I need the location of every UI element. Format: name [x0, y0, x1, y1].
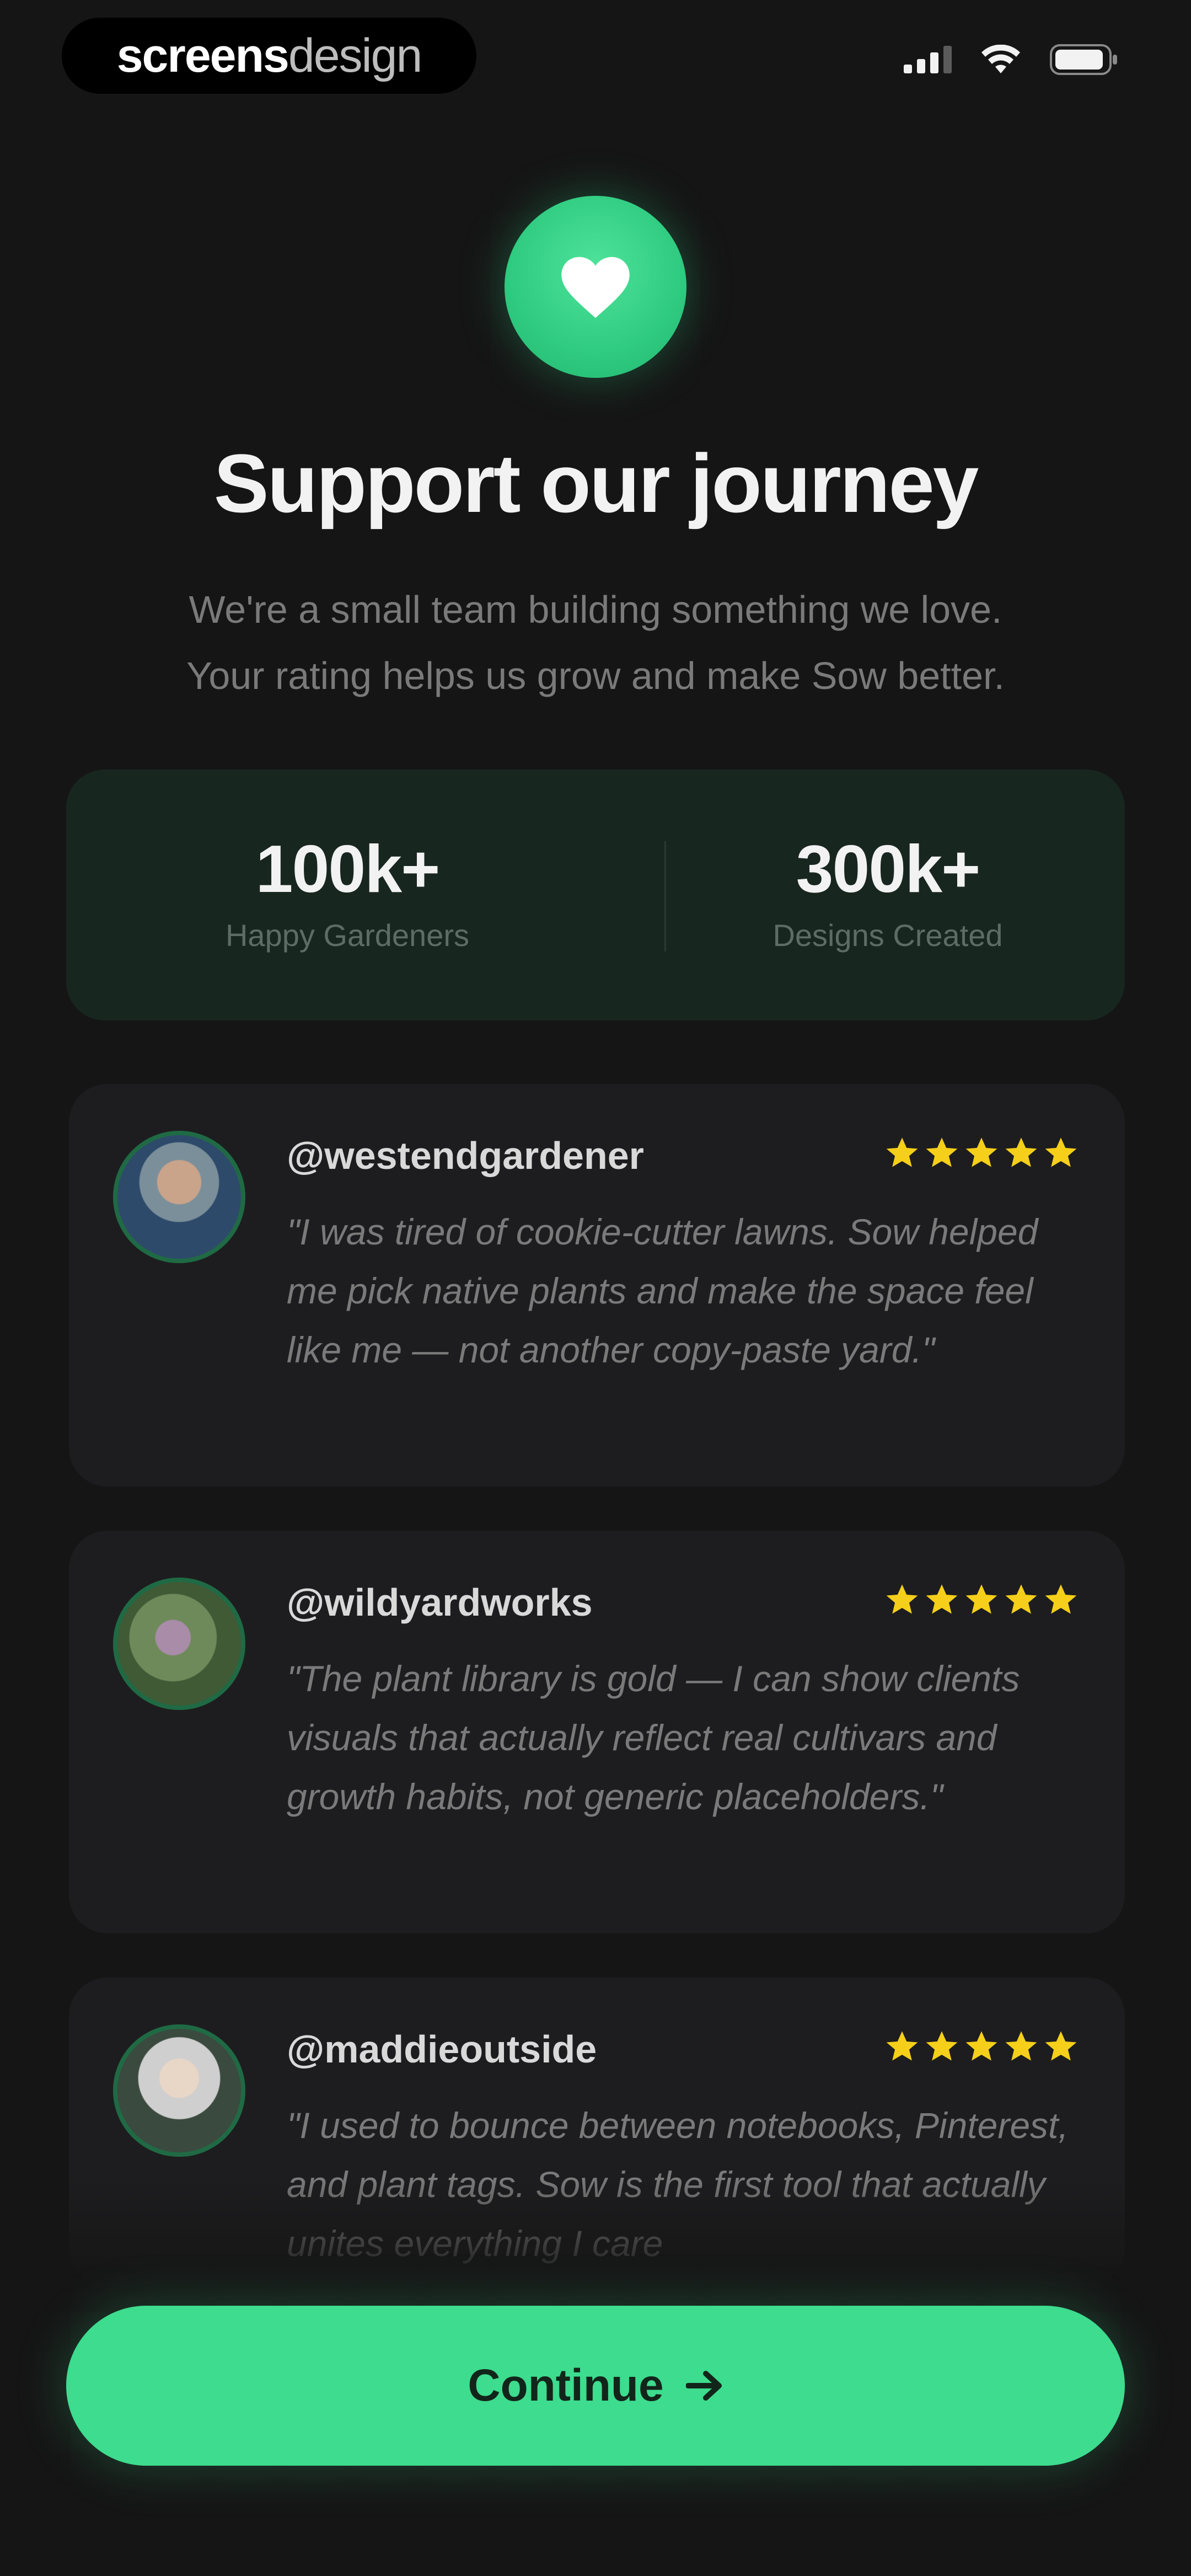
star-rating [885, 1136, 1078, 1169]
page-subtitle: We're a small team building something we… [88, 576, 1103, 709]
subtitle-line-1: We're a small team building something we… [189, 588, 1002, 631]
battery-icon [1050, 44, 1117, 75]
cellular-signal-icon [904, 46, 952, 73]
stat-designs-created: 300k+ Designs Created [651, 830, 1125, 953]
avatar [113, 1131, 245, 1263]
page-title: Support our journey [213, 437, 979, 530]
star-rating [885, 2030, 1078, 2063]
star-icon [886, 1584, 918, 1614]
stat-value: 300k+ [796, 831, 981, 906]
star-icon [886, 1137, 918, 1167]
subtitle-line-2: Your rating helps us grow and make Sow b… [186, 654, 1005, 697]
star-icon [965, 1137, 997, 1167]
continue-button[interactable]: Continue [66, 2306, 1125, 2466]
testimonial-handle: @maddieoutside [287, 2028, 597, 2071]
star-icon [1005, 2031, 1037, 2061]
star-icon [926, 2031, 958, 2061]
star-icon [1005, 1137, 1037, 1167]
testimonial-quote: "The plant library is gold — I can show … [287, 1658, 1020, 1817]
stats-card: 100k+ Happy Gardeners 300k+ Designs Crea… [66, 769, 1125, 1020]
testimonial-handle: @wildyardworks [287, 1581, 593, 1624]
brand-logo-light-text: design [288, 29, 422, 82]
avatar [113, 1578, 245, 1710]
brand-logo-bold-text: screens [116, 29, 289, 82]
stat-label: Designs Created [772, 918, 1003, 953]
star-icon [1045, 2031, 1077, 2061]
star-icon [1005, 1584, 1037, 1614]
continue-button-label: Continue [468, 2360, 664, 2411]
star-rating [885, 1583, 1078, 1616]
stat-label: Happy Gardeners [225, 918, 469, 953]
star-icon [926, 1584, 958, 1614]
testimonial-card: @wildyardworks "The plant library is gol… [69, 1531, 1125, 1933]
testimonial-quote: "I was tired of cookie-cutter lawns. Sow… [287, 1211, 1038, 1370]
heart-icon [561, 256, 630, 318]
brand-logo: screens design [62, 18, 476, 94]
heart-badge [505, 196, 686, 378]
wifi-icon [981, 45, 1020, 73]
star-icon [886, 2031, 918, 2061]
star-icon [926, 1137, 958, 1167]
arrow-right-icon [685, 2371, 722, 2401]
stat-value: 100k+ [255, 831, 441, 906]
star-icon [1045, 1584, 1077, 1614]
star-icon [965, 2031, 997, 2061]
testimonial-card: @westendgardener "I was tired of cookie-… [69, 1084, 1125, 1487]
avatar [113, 2024, 245, 2157]
testimonial-handle: @westendgardener [287, 1134, 644, 1177]
rating-prompt-screen: screens design Support our journey We're … [0, 0, 1191, 2576]
star-icon [965, 1584, 997, 1614]
star-icon [1045, 1137, 1077, 1167]
status-icons [904, 44, 1118, 75]
stat-happy-gardeners: 100k+ Happy Gardeners [110, 830, 584, 953]
